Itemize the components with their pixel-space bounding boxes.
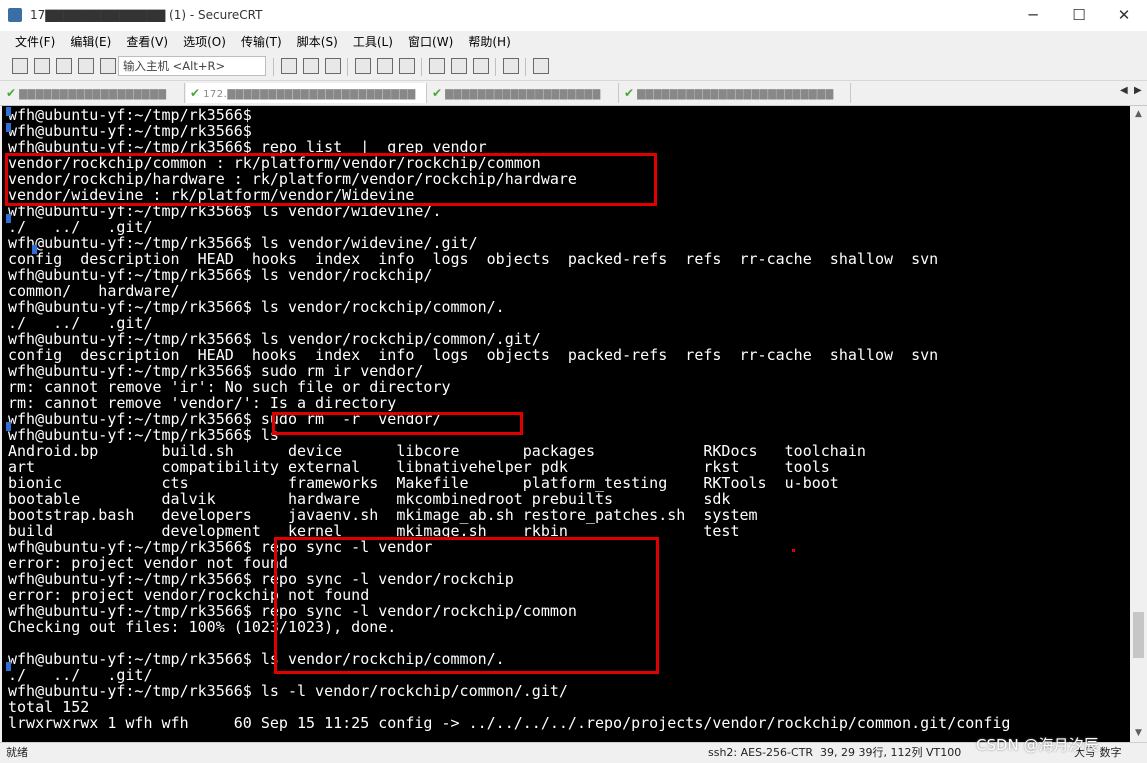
host-input[interactable]: 输入主机 <Alt+R> <box>118 56 266 76</box>
toolbar-separator <box>525 58 526 76</box>
terminal-line: wfh@ubuntu-yf:~/tmp/rk3566$ ls vendor/wi… <box>8 234 478 252</box>
keymap-icon[interactable] <box>473 58 489 74</box>
toolbar-separator <box>421 58 422 76</box>
terminal-line: lrwxrwxrwx 1 wfh wfh 60 Sep 15 11:25 con… <box>8 714 1011 732</box>
terminal-line: rm: cannot remove 'vendor/': Is a direct… <box>8 394 397 412</box>
terminal-line: config description HEAD hooks index info… <box>8 346 939 364</box>
menu-options[interactable]: 选项(O) <box>178 31 231 53</box>
annotation-dot <box>792 549 795 552</box>
toolbar-separator <box>495 58 496 76</box>
print-setup-icon[interactable] <box>355 58 371 74</box>
status-cipher: ssh2: AES-256-CTR <box>708 746 814 759</box>
scrollbar-thumb[interactable] <box>1133 612 1144 658</box>
title-bar: 17▇▇▇▇▇▇▇▇▇▇▇▇▇ (1) - SecureCRT ─ ☐ ✕ <box>0 0 1147 31</box>
session-tab-label: ▇▇▇▇▇▇▇▇▇▇▇▇▇▇▇▇▇▇▇▇▇▇▇▇ <box>637 89 834 100</box>
menu-file[interactable]: 文件(F) <box>10 31 60 53</box>
terminal-line: wfh@ubuntu-yf:~/tmp/rk3566$ ls vendor/ro… <box>8 266 433 284</box>
menu-bar: 文件(F) 编辑(E) 查看(V) 选项(O) 传输(T) 脚本(S) 工具(L… <box>0 31 1147 53</box>
terminal-line: rm: cannot remove 'ir': No such file or … <box>8 378 451 396</box>
cursor-mark <box>6 422 11 431</box>
session-tab-label: ▇▇▇▇▇▇▇▇▇▇▇▇▇▇▇▇▇▇▇ <box>445 89 601 100</box>
sftp-icon[interactable] <box>533 58 549 74</box>
quick-connect-icon[interactable] <box>34 58 50 74</box>
menu-view[interactable]: 查看(V) <box>121 31 173 53</box>
session-tab-label: 172.▇▇▇▇▇▇▇▇▇▇▇▇▇▇▇▇▇▇▇▇▇▇▇ <box>203 89 416 100</box>
menu-script[interactable]: 脚本(S) <box>292 31 343 53</box>
connected-check-icon: ✔ <box>624 86 635 100</box>
status-bar: 就绪 ssh2: AES-256-CTR 39, 29 39行, 112列 VT… <box>0 742 1147 763</box>
cursor-mark <box>6 123 11 132</box>
tab-scroll-left-icon[interactable]: ◀ <box>1120 85 1128 96</box>
terminal-line: common/ hardware/ <box>8 282 180 300</box>
highlight-box-repo-sync <box>274 537 659 674</box>
session-tab-active[interactable]: ✔ 172.▇▇▇▇▇▇▇▇▇▇▇▇▇▇▇▇▇▇▇▇▇▇▇ <box>186 83 427 103</box>
session-tab[interactable]: ✔ ▇▇▇▇▇▇▇▇▇▇▇▇▇▇▇▇▇▇▇▇▇▇▇▇ <box>620 83 851 103</box>
disconnect-icon[interactable] <box>100 58 116 74</box>
maximize-button[interactable]: ☐ <box>1056 0 1102 31</box>
terminal-line: wfh@ubuntu-yf:~/tmp/rk3566$ sudo rm ir v… <box>8 362 424 380</box>
terminal-line: wfh@ubuntu-yf:~/tmp/rk3566$ <box>8 106 252 124</box>
scroll-up-icon[interactable]: ▲ <box>1130 106 1147 123</box>
help-icon[interactable] <box>503 58 519 74</box>
menu-edit[interactable]: 编辑(E) <box>65 31 116 53</box>
highlight-box-rm-command <box>272 412 523 435</box>
status-position: 39, 29 39行, 112列 VT100 <box>820 746 962 759</box>
paste-icon[interactable] <box>303 58 319 74</box>
terminal-line: config description HEAD hooks index info… <box>8 250 939 268</box>
cursor-mark <box>6 107 11 116</box>
toolbar-separator <box>273 58 274 76</box>
status-ready: 就绪 <box>6 746 28 759</box>
terminal-line: ./ ../ .git/ <box>8 314 153 332</box>
terminal-line: total 152 <box>8 698 90 716</box>
session-tab-bar: ✔ ▇▇▇▇▇▇▇▇▇▇▇▇▇▇▇▇▇▇ ✔ 172.▇▇▇▇▇▇▇▇▇▇▇▇▇▇▇… <box>0 81 1147 106</box>
window-title: 17▇▇▇▇▇▇▇▇▇▇▇▇▇ (1) - SecureCRT <box>30 8 263 22</box>
securecrt-app-icon[interactable] <box>8 8 22 22</box>
toolbar-separator <box>347 58 348 76</box>
terminal-line: ./ ../ .git/ <box>8 218 153 236</box>
session-options-icon[interactable] <box>429 58 445 74</box>
tab-scroll-right-icon[interactable]: ▶ <box>1134 85 1142 96</box>
menu-tools[interactable]: 工具(L) <box>348 31 398 53</box>
connected-check-icon: ✔ <box>432 86 443 100</box>
session-tab[interactable]: ✔ ▇▇▇▇▇▇▇▇▇▇▇▇▇▇▇▇▇▇▇ <box>428 83 619 103</box>
terminal-line: art compatibility external libnativehelp… <box>8 458 830 476</box>
terminal-view[interactable]: wfh@ubuntu-yf:~/tmp/rk3566$ wfh@ubuntu-yf… <box>2 106 1130 742</box>
find-icon[interactable] <box>325 58 341 74</box>
highlight-box-vendor-projects <box>5 153 657 206</box>
print-screen-icon[interactable] <box>399 58 415 74</box>
terminal-line: wfh@ubuntu-yf:~/tmp/rk3566$ <box>8 122 252 140</box>
copy-icon[interactable] <box>281 58 297 74</box>
session-tab[interactable]: ✔ ▇▇▇▇▇▇▇▇▇▇▇▇▇▇▇▇▇▇ <box>2 83 185 103</box>
connect-tab-icon[interactable] <box>56 58 72 74</box>
menu-transfer[interactable]: 传输(T) <box>236 31 287 53</box>
connect-icon[interactable] <box>12 58 28 74</box>
terminal-line: wfh@ubuntu-yf:~/tmp/rk3566$ ls vendor/ro… <box>8 298 505 316</box>
global-options-icon[interactable] <box>451 58 467 74</box>
terminal-line: wfh@ubuntu-yf:~/tmp/rk3566$ ls -l vendor… <box>8 682 568 700</box>
connected-check-icon: ✔ <box>190 86 201 100</box>
scroll-down-icon[interactable]: ▼ <box>1130 725 1147 742</box>
menu-help[interactable]: 帮助(H) <box>463 31 515 53</box>
cursor-mark <box>6 214 11 223</box>
terminal-line: wfh@ubuntu-yf:~/tmp/rk3566$ ls vendor/ro… <box>8 330 541 348</box>
terminal-line: bootstrap.bash developers javaenv.sh mki… <box>8 506 758 524</box>
print-icon[interactable] <box>377 58 393 74</box>
close-button[interactable]: ✕ <box>1101 0 1147 31</box>
terminal-line: Android.bp build.sh device libcore packa… <box>8 442 866 460</box>
toolbar: 输入主机 <Alt+R> <box>0 54 1147 81</box>
menu-window[interactable]: 窗口(W) <box>403 31 458 53</box>
reconnect-icon[interactable] <box>78 58 94 74</box>
terminal-scrollbar[interactable]: ▲ ▼ <box>1130 106 1147 742</box>
minimize-button[interactable]: ─ <box>1010 0 1056 31</box>
connected-check-icon: ✔ <box>6 86 17 100</box>
session-tab-label: ▇▇▇▇▇▇▇▇▇▇▇▇▇▇▇▇▇▇ <box>19 89 167 100</box>
cursor-mark <box>6 662 11 671</box>
terminal-line: bootable dalvik hardware mkcombinedroot … <box>8 490 731 508</box>
terminal-line: bionic cts frameworks Makefile platform_… <box>8 474 839 492</box>
cursor-mark <box>32 245 37 254</box>
csdn-watermark: CSDN @海月汐辰 <box>976 736 1099 754</box>
